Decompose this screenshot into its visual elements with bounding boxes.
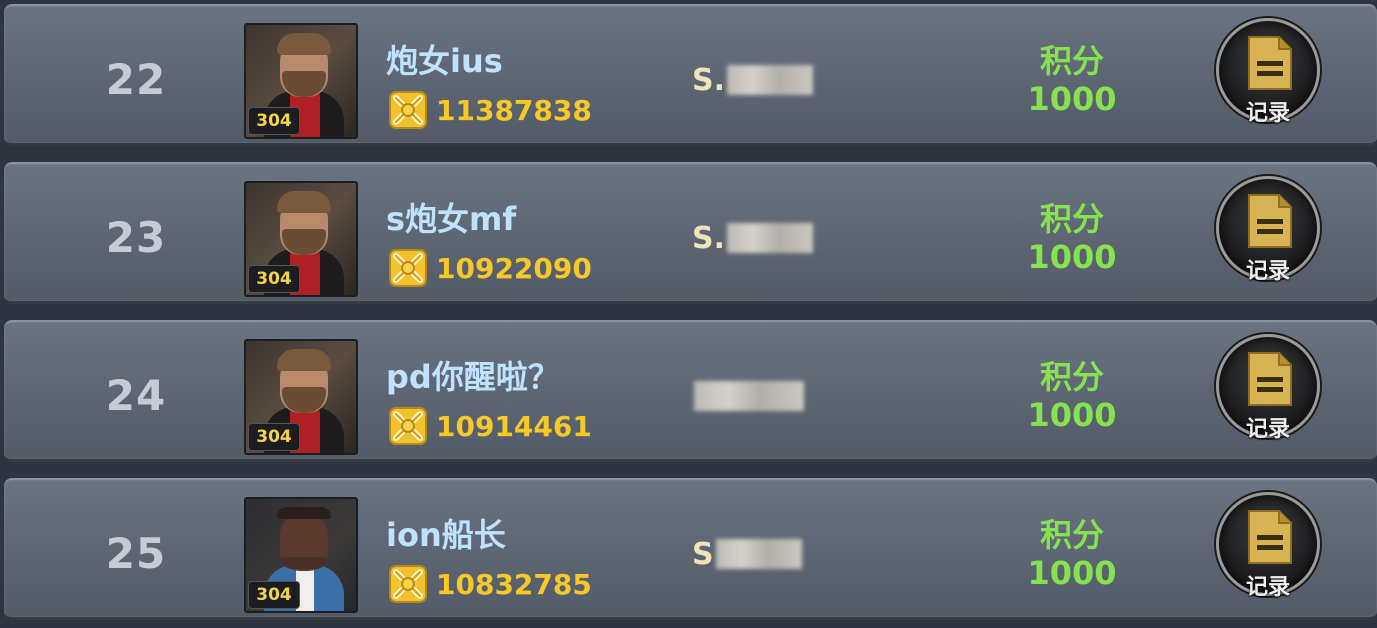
score-label: 积分	[1039, 358, 1104, 396]
level-badge: 304	[248, 265, 300, 293]
player-avatar[interactable]: 304	[244, 23, 358, 139]
combat-power: 10914461	[386, 404, 592, 448]
power-value: 10914461	[436, 409, 592, 443]
avatar-hair	[277, 349, 331, 371]
server-name: S.	[692, 216, 814, 260]
record-label: 记录	[1245, 259, 1290, 284]
document-icon	[1248, 194, 1292, 248]
redacted-server-name	[727, 223, 814, 253]
score-label: 积分	[1039, 42, 1104, 80]
record-label: 记录	[1245, 417, 1290, 442]
level-badge: 304	[248, 107, 300, 135]
player-avatar[interactable]: 304	[244, 497, 358, 613]
power-value: 10922090	[436, 251, 592, 285]
record-label: 记录	[1245, 101, 1290, 126]
server-name: S	[692, 532, 802, 576]
player-avatar[interactable]: 304	[244, 181, 358, 297]
crossed-swords-icon	[389, 565, 427, 603]
ranking-row: 24 304 pd你醒啦？ 10914461 积分 1000 记录	[4, 320, 1377, 462]
score-label: 积分	[1039, 200, 1104, 238]
record-label: 记录	[1245, 575, 1290, 600]
power-value: 10832785	[436, 567, 592, 601]
player-name: 炮女ius	[386, 42, 503, 80]
rank-number: 22	[105, 55, 167, 104]
score-value: 1000	[1027, 238, 1117, 276]
record-button[interactable]: 记录	[1216, 176, 1320, 284]
ranking-row: 25 304 ion船长 10832785 S 积分 1000 记录	[4, 478, 1377, 620]
player-name: s炮女mf	[386, 200, 517, 238]
redacted-server-name	[694, 381, 804, 411]
record-button[interactable]: 记录	[1216, 334, 1320, 442]
player-name: ion船长	[386, 516, 506, 554]
record-button[interactable]: 记录	[1216, 492, 1320, 600]
level-badge: 304	[248, 423, 300, 451]
document-icon	[1248, 36, 1292, 90]
rank-number: 24	[105, 371, 167, 420]
player-avatar[interactable]: 304	[244, 339, 358, 455]
redacted-server-name	[715, 539, 802, 569]
combat-power: 11387838	[386, 88, 592, 132]
server-name	[692, 374, 804, 418]
server-prefix: S	[692, 536, 714, 572]
rank-number: 25	[105, 529, 167, 578]
crossed-swords-icon	[389, 91, 427, 129]
document-icon	[1248, 510, 1292, 564]
crossed-swords-icon	[389, 249, 427, 287]
combat-power: 10922090	[386, 246, 592, 290]
server-name: S.	[692, 58, 814, 102]
combat-power: 10832785	[386, 562, 592, 606]
score-value: 1000	[1027, 396, 1117, 434]
document-icon	[1248, 352, 1292, 406]
redacted-server-name	[727, 65, 814, 95]
rank-number: 23	[105, 213, 167, 262]
server-prefix: S.	[692, 62, 726, 98]
power-value: 11387838	[436, 93, 592, 127]
ranking-row: 23 304 s炮女mf 10922090 S. 积分 1000 记录	[4, 162, 1377, 304]
score-value: 1000	[1027, 80, 1117, 118]
score-label: 积分	[1039, 516, 1104, 554]
ranking-list: 22 304 炮女ius 11387838 S. 积分 1000 记录 23 3…	[0, 0, 1377, 620]
avatar-hair	[277, 33, 331, 55]
avatar-hair	[277, 191, 331, 213]
server-prefix: S.	[692, 220, 726, 256]
record-button[interactable]: 记录	[1216, 18, 1320, 126]
player-name: pd你醒啦？	[386, 358, 560, 396]
ranking-row: 22 304 炮女ius 11387838 S. 积分 1000 记录	[4, 4, 1377, 146]
score-value: 1000	[1027, 554, 1117, 592]
avatar-mouth	[282, 557, 326, 569]
crossed-swords-icon	[389, 407, 427, 445]
avatar-hair	[277, 507, 331, 519]
